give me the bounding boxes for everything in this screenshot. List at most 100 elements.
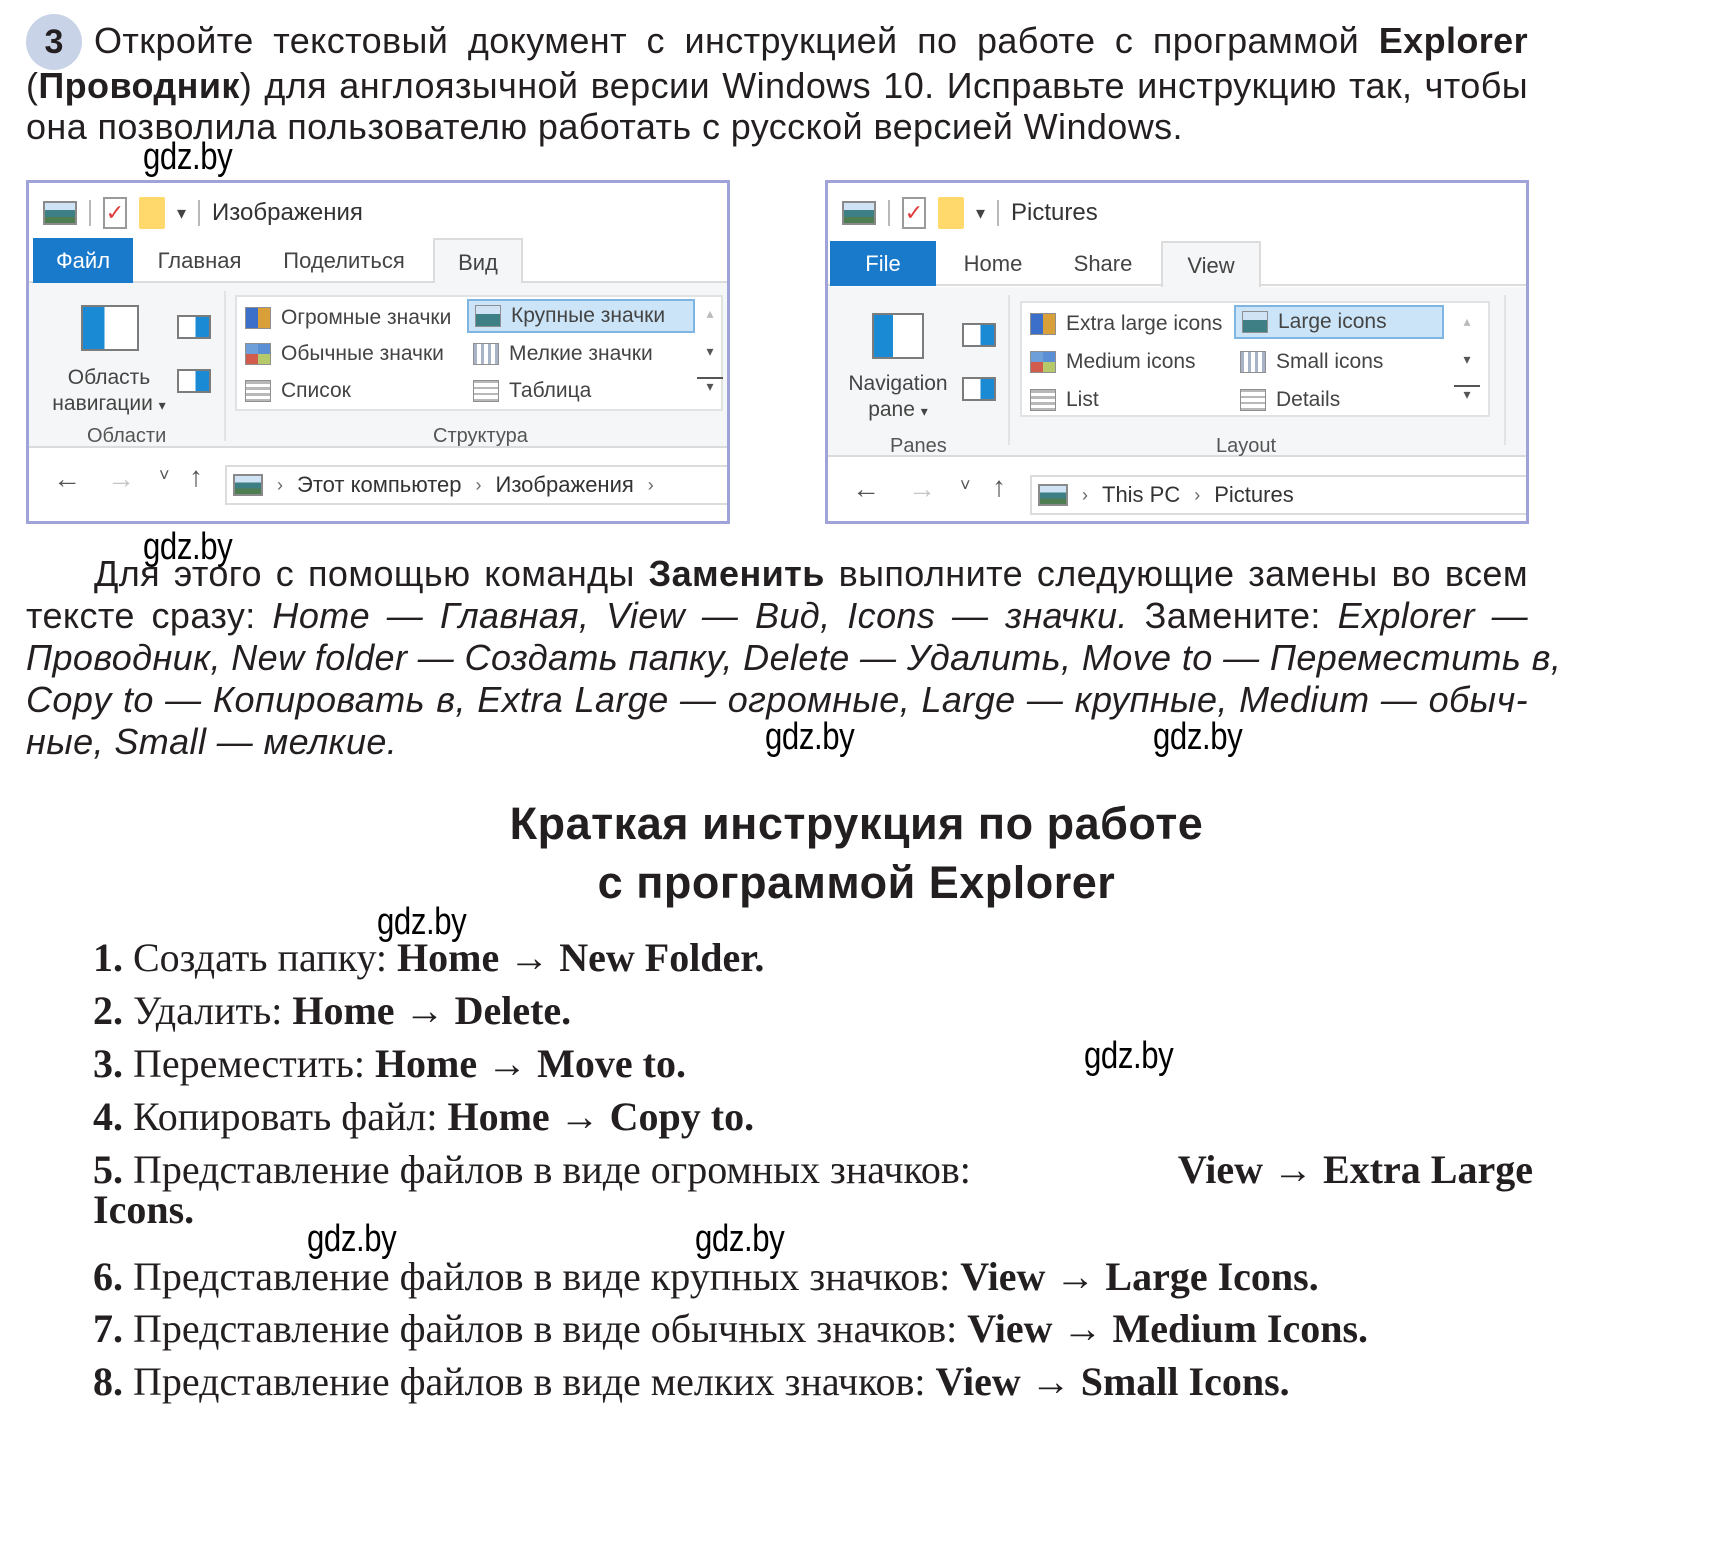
extra-large-icons-icon	[1030, 313, 1056, 335]
tab-file[interactable]: Файл	[33, 238, 133, 283]
recent-locations-icon[interactable]: ˅	[960, 475, 971, 496]
back-icon[interactable]: ←	[852, 473, 880, 505]
instruction-number: 3.	[93, 1041, 133, 1086]
preview-pane-icon[interactable]	[962, 323, 996, 347]
layout-gallery: Extra large icons Large icons Medium ico…	[1020, 301, 1490, 417]
replacement-pair: Home — Главная, View — Вид, Icons — знач…	[272, 595, 1128, 636]
breadcrumb-this-pc[interactable]: This PC	[1102, 482, 1180, 508]
instruction-heading-line2: с программой Explorer	[597, 857, 1116, 908]
ribbon-tabs: File Home Share View	[828, 241, 1526, 288]
watermark: gdz.by	[143, 136, 233, 178]
layout-option-large-icons[interactable]: Large icons	[1234, 305, 1444, 339]
tab-view[interactable]: View	[1161, 241, 1261, 288]
new-folder-icon[interactable]	[139, 197, 165, 229]
up-icon[interactable]: ↑	[189, 461, 203, 493]
paragraph-text: выполните следующие замены во всем	[824, 553, 1528, 594]
gallery-scroll-up[interactable]: ▴	[1454, 313, 1480, 330]
forward-icon[interactable]: →	[908, 473, 936, 505]
new-folder-icon[interactable]	[938, 197, 964, 229]
breadcrumb-pictures[interactable]: Изображения	[496, 472, 634, 498]
instruction-command: Home → Copy to.	[447, 1094, 755, 1139]
properties-icon[interactable]: ✓	[902, 197, 926, 229]
instruction-item: 8. Представление файлов в виде мелких зн…	[93, 1358, 1533, 1405]
option-label: List	[1066, 388, 1099, 411]
command-name: Заменить	[648, 553, 825, 594]
gallery-scroll-up[interactable]: ▴	[697, 305, 723, 322]
customize-toolbar-icon[interactable]: ▾	[976, 203, 985, 224]
breadcrumb-this-pc[interactable]: Этот компьютер	[297, 472, 462, 498]
layout-option-details[interactable]: Таблица	[467, 374, 695, 408]
details-icon	[473, 380, 499, 402]
large-icons-icon	[1242, 311, 1268, 333]
window-title: Изображения	[212, 199, 363, 226]
tab-share[interactable]: Share	[1058, 241, 1148, 286]
task-text: ) для англоязычной версии Windows 10. Ис…	[239, 65, 1528, 106]
details-icon	[1240, 389, 1266, 411]
task-paragraph: Откройте текстовый документ с инструкцие…	[26, 18, 1528, 149]
customize-toolbar-icon[interactable]: ▾	[177, 203, 186, 224]
paragraph-line: Проводник, New folder — Создать папку, D…	[26, 637, 1561, 679]
navigation-pane-button[interactable]: Область навигации ▾	[39, 365, 179, 418]
instruction-item: 7. Представление файлов в виде обычных з…	[93, 1305, 1533, 1352]
properties-icon[interactable]: ✓	[103, 197, 127, 229]
layout-option-medium-icons[interactable]: Обычные значки	[239, 337, 467, 371]
address-bar[interactable]: › Этот компьютер › Изображения ›	[225, 465, 727, 505]
tab-home[interactable]: Главная	[147, 238, 252, 283]
navigation-pane-button[interactable]: Navigation pane ▾	[838, 371, 958, 424]
layout-option-small-icons[interactable]: Мелкие значки	[467, 337, 695, 371]
navigation-pane-icon[interactable]	[872, 313, 924, 359]
list-icon	[245, 380, 271, 402]
layout-option-list[interactable]: List	[1024, 383, 1234, 417]
breadcrumb-chevron-icon[interactable]: ›	[648, 475, 654, 496]
option-label: Details	[1276, 388, 1341, 411]
instruction-command: Icons.	[93, 1187, 195, 1232]
option-label: Large icons	[1278, 310, 1387, 333]
navigation-pane-icon[interactable]	[81, 305, 139, 351]
instruction-command: View → Large Icons.	[960, 1254, 1319, 1299]
replace-paragraph: Для этого с помощью команды Заменить вып…	[26, 553, 1561, 763]
breadcrumb-chevron-icon: ›	[475, 474, 482, 495]
instruction-text: Представление файлов в виде обычных знач…	[133, 1306, 968, 1351]
ribbon-view: Navigation pane ▾ Panes Extra large icon…	[828, 287, 1526, 457]
medium-icons-icon	[245, 343, 271, 365]
gallery-scroll-down[interactable]: ▾	[697, 343, 723, 360]
layout-option-small-icons[interactable]: Small icons	[1234, 345, 1444, 379]
breadcrumb-chevron-icon: ›	[1194, 484, 1201, 505]
paragraph-text: Замените:	[1127, 595, 1338, 636]
task-line: она позволила пользователю работать с ру…	[26, 104, 1528, 149]
layout-option-extra-large-icons[interactable]: Огромные значки	[239, 301, 467, 335]
small-icons-icon	[1240, 351, 1266, 373]
gallery-more[interactable]: ▾	[697, 377, 723, 393]
layout-option-extra-large-icons[interactable]: Extra large icons	[1024, 307, 1234, 341]
separator	[198, 200, 201, 226]
gallery-more[interactable]: ▾	[1454, 385, 1480, 401]
layout-option-medium-icons[interactable]: Medium icons	[1024, 345, 1234, 379]
details-pane-icon[interactable]	[177, 369, 211, 393]
tab-view[interactable]: Вид	[433, 238, 523, 285]
breadcrumb-pictures[interactable]: Pictures	[1214, 482, 1293, 508]
pictures-location-icon	[1038, 484, 1068, 506]
instruction-item: 3. Переместить: Home → Move to.	[93, 1040, 1533, 1087]
details-pane-icon[interactable]	[962, 377, 996, 401]
tab-home[interactable]: Home	[948, 241, 1038, 286]
forward-icon[interactable]: →	[107, 463, 135, 495]
layout-option-details[interactable]: Details	[1234, 383, 1444, 417]
tab-share[interactable]: Поделиться	[274, 238, 414, 283]
option-label: Список	[281, 379, 351, 402]
gallery-scroll-down[interactable]: ▾	[1454, 351, 1480, 368]
replacement-pair: ные, Small — мелкие.	[26, 721, 398, 762]
back-icon[interactable]: ←	[53, 463, 81, 495]
preview-pane-icon[interactable]	[177, 315, 211, 339]
address-bar[interactable]: › This PC › Pictures	[1030, 475, 1526, 515]
instruction-item: 6. Представление файлов в виде крупных з…	[93, 1253, 1533, 1300]
tab-file[interactable]: File	[830, 241, 936, 286]
layout-option-list[interactable]: Список	[239, 374, 467, 408]
group-separator	[1504, 295, 1506, 445]
instruction-text: Создать папку:	[133, 935, 398, 980]
up-icon[interactable]: ↑	[992, 471, 1006, 503]
layout-option-large-icons[interactable]: Крупные значки	[467, 299, 695, 333]
option-label: Таблица	[509, 379, 592, 402]
group-label-panes: Panes	[890, 435, 947, 457]
instruction-number: 8.	[93, 1359, 133, 1404]
recent-locations-icon[interactable]: ˅	[159, 465, 170, 486]
